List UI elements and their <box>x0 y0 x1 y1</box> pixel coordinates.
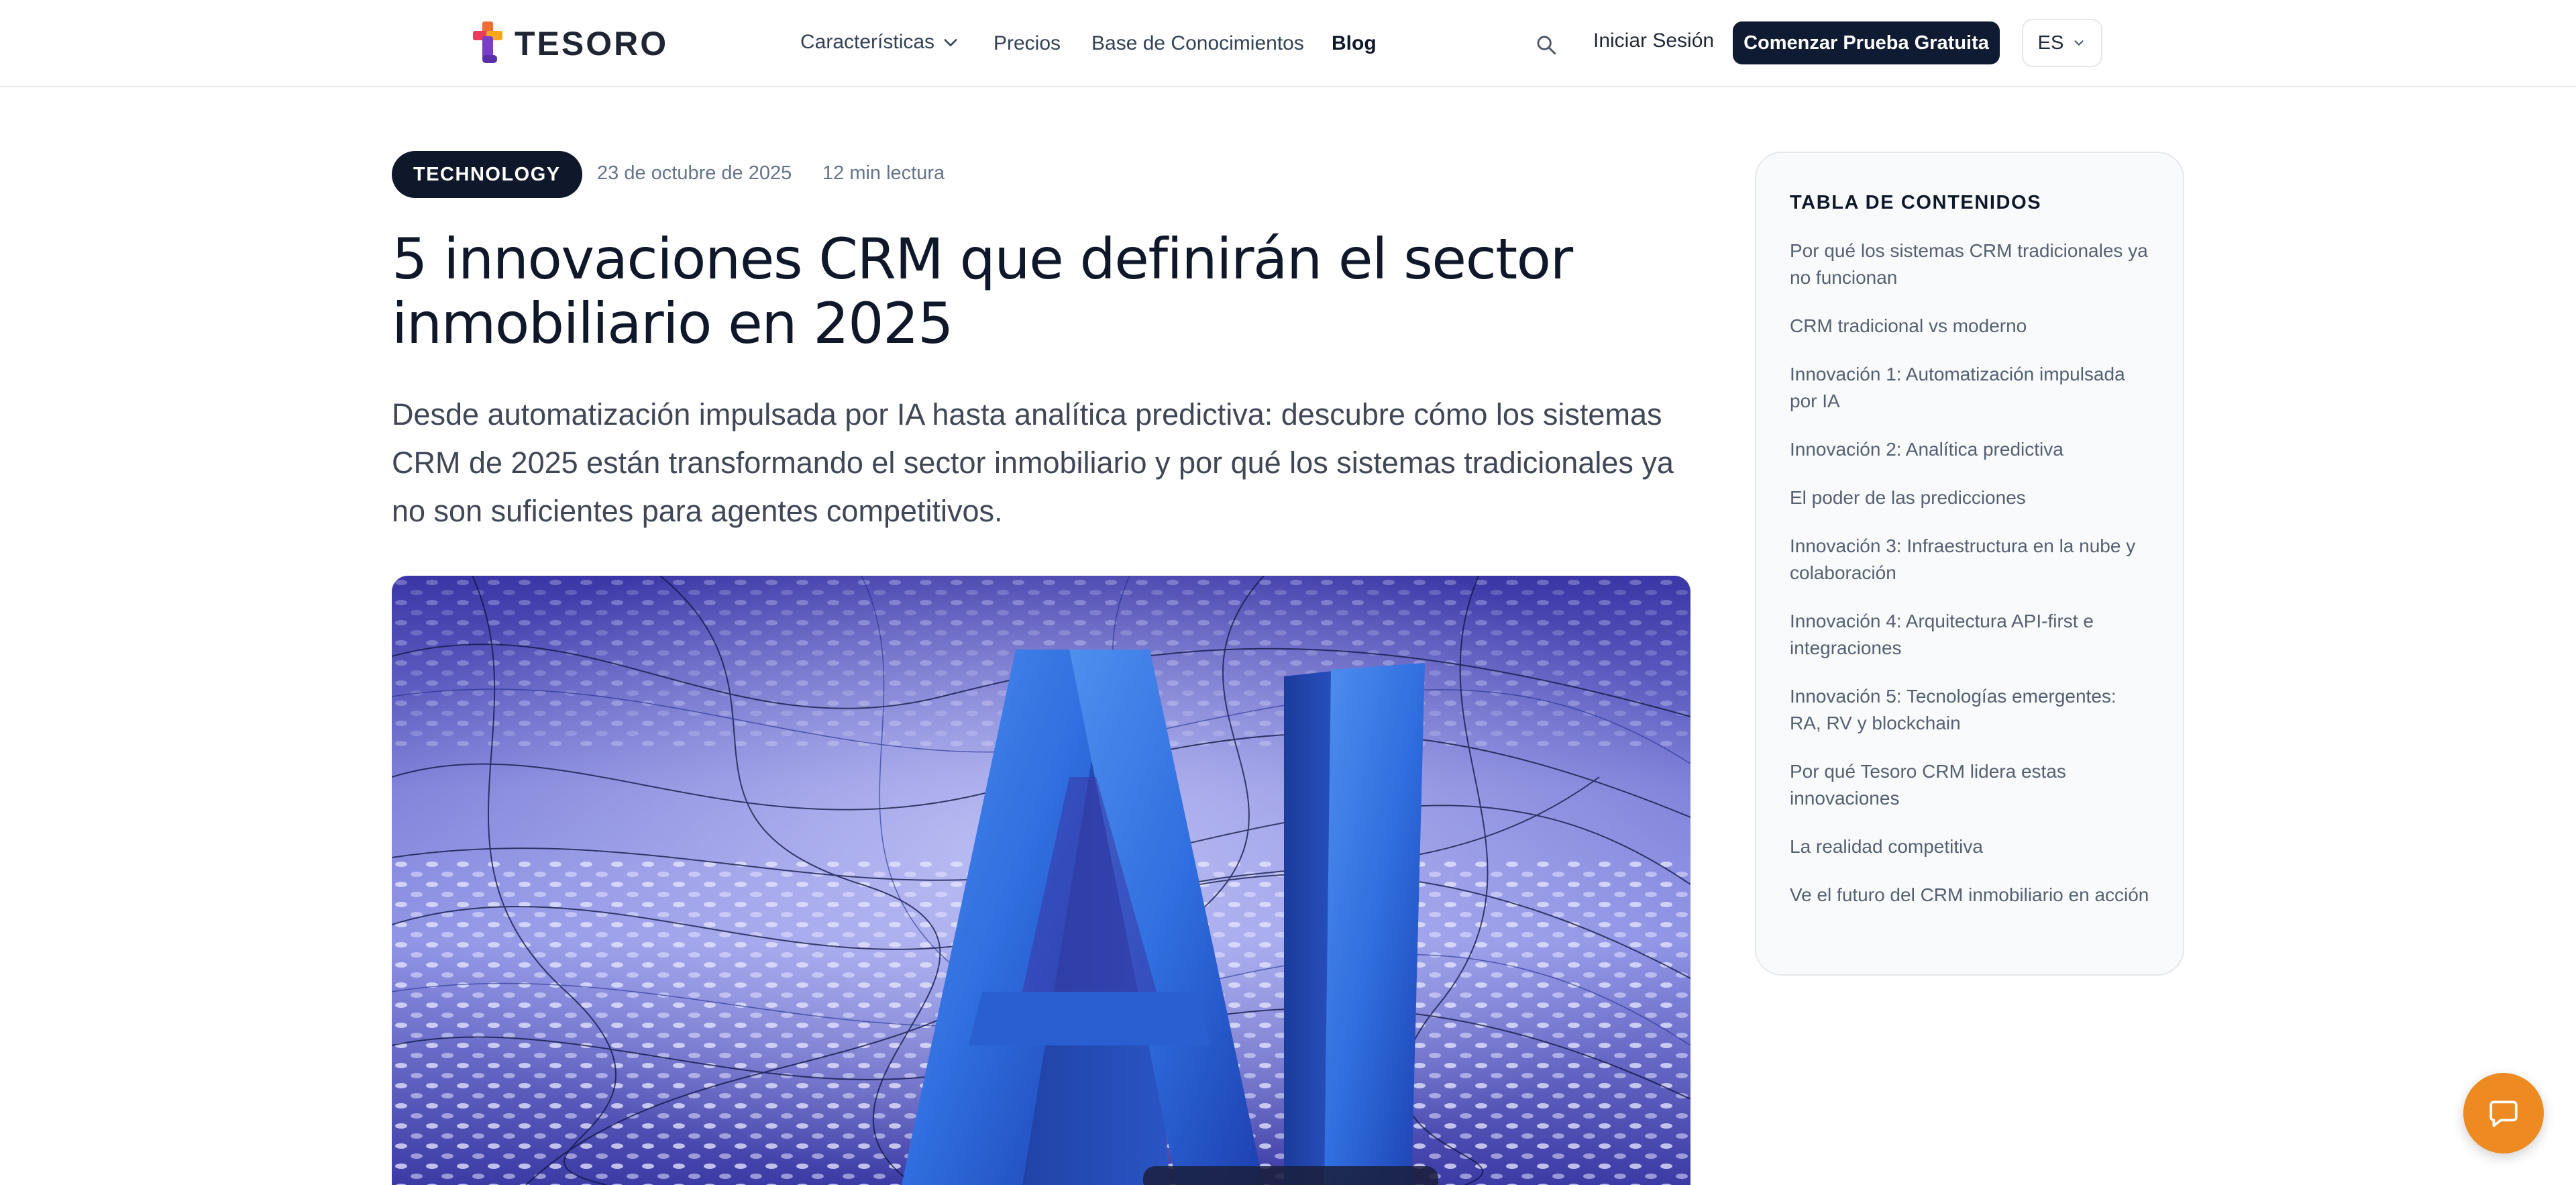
toc-item[interactable]: Por qué los sistemas CRM tradicionales y… <box>1790 238 2151 291</box>
publish-date: 23 de octubre de 2025 <box>597 162 792 184</box>
start-free-trial-button[interactable]: Comenzar Prueba Gratuita <box>1733 21 2000 64</box>
toc-item[interactable]: Innovación 1: Automatización impulsada p… <box>1790 361 2151 415</box>
nav-item-blog[interactable]: Blog <box>1332 32 1377 55</box>
nav-item-label: Características <box>800 31 935 53</box>
category-badge[interactable]: TECHNOLOGY <box>392 151 582 198</box>
search-icon[interactable] <box>1535 34 1558 56</box>
chat-button[interactable] <box>2463 1073 2544 1153</box>
language-label: ES <box>2037 32 2064 54</box>
logo-text: TESORO <box>515 25 669 62</box>
toc-item[interactable]: CRM tradicional vs moderno <box>1790 313 2151 340</box>
toc-item[interactable]: Por qué Tesoro CRM lidera estas innovaci… <box>1790 758 2151 812</box>
login-link[interactable]: Iniciar Sesión <box>1593 30 1714 52</box>
hero-illustration <box>392 576 1690 1185</box>
language-selector[interactable]: ES <box>2022 19 2102 67</box>
table-of-contents: TABLA DE CONTENIDOS Por qué los sistemas… <box>1755 152 2184 976</box>
chevron-down-icon <box>2074 40 2084 46</box>
tesoro-logo-icon <box>473 21 502 63</box>
toc-item[interactable]: Innovación 4: Arquitectura API-first e i… <box>1790 608 2151 662</box>
nav-item-base-de-conocimientos[interactable]: Base de Conocimientos <box>1091 32 1304 55</box>
toc-item[interactable]: El poder de las predicciones <box>1790 484 2151 511</box>
chat-bubble-icon <box>2489 1100 2518 1127</box>
toc-item[interactable]: Innovación 5: Tecnologías emergentes: RA… <box>1790 683 2151 737</box>
toc-item[interactable]: Innovación 2: Analítica predictiva <box>1790 436 2151 463</box>
article-lead: Desde automatización impulsada por IA ha… <box>392 397 1674 528</box>
toc-list: Por qué los sistemas CRM tradicionales y… <box>1790 238 2151 909</box>
nav-item-caracteristicas[interactable]: Características <box>800 31 960 54</box>
chevron-down-icon <box>944 39 957 46</box>
toc-item[interactable]: La realidad competitiva <box>1790 833 2151 860</box>
article-title: 5 innovaciones CRM que definirán el sect… <box>392 226 1573 356</box>
ai-letter-i <box>1284 663 1425 1185</box>
toc-item[interactable]: Ve el futuro del CRM inmobiliario en acc… <box>1790 882 2151 909</box>
tesoro-logo[interactable]: TESORO <box>473 21 668 66</box>
toc-item[interactable]: Innovación 3: Infraestructura en la nube… <box>1790 533 2151 586</box>
read-time: 12 min lectura <box>822 162 945 184</box>
hero-image <box>392 576 1690 1185</box>
nav-item-precios[interactable]: Precios <box>994 32 1061 55</box>
site-header: TESORO Características Precios Base de C… <box>0 0 2576 87</box>
toc-title: TABLA DE CONTENIDOS <box>1790 192 2042 213</box>
